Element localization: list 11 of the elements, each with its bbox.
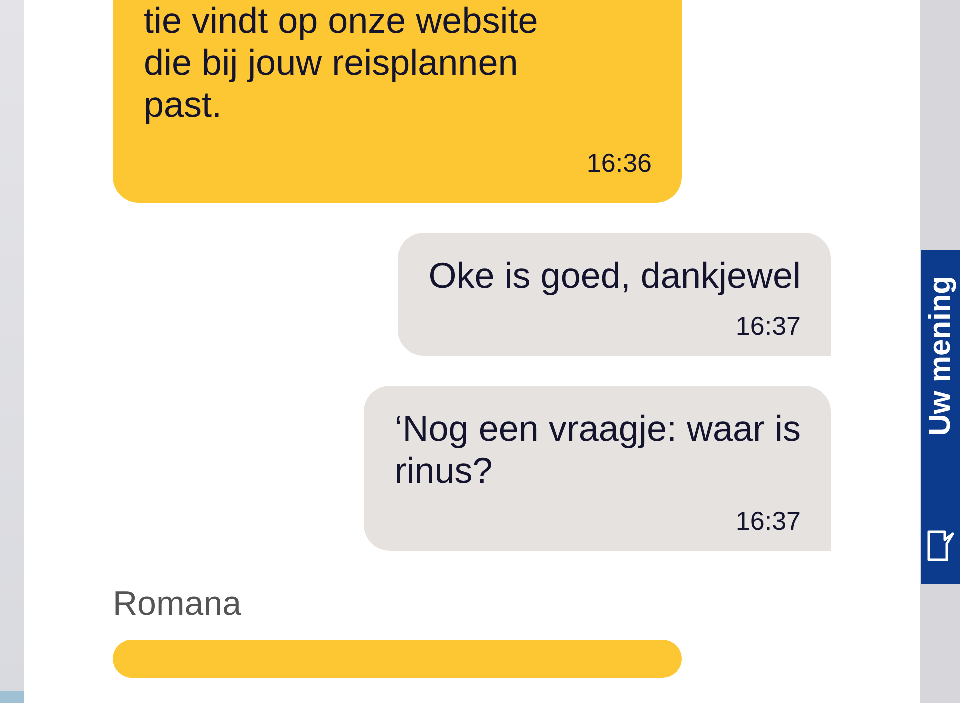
sender-name: Romana: [113, 585, 243, 624]
message-time: 16:37: [736, 506, 801, 537]
message-text: Oke is goed, dankjewel: [428, 255, 801, 297]
message-text: rinus?: [394, 450, 494, 492]
feedback-tab[interactable]: Uw mening: [921, 250, 960, 584]
message-text: die bij jouw reisplannen: [144, 42, 520, 84]
message-text: past.: [144, 84, 224, 126]
message-time: 16:37: [736, 311, 801, 342]
message-time: 16:36: [586, 148, 652, 179]
message-text: tie vindt op onze website: [144, 0, 540, 42]
message-text: ‘Nog een vraagje: waar is: [394, 408, 801, 450]
